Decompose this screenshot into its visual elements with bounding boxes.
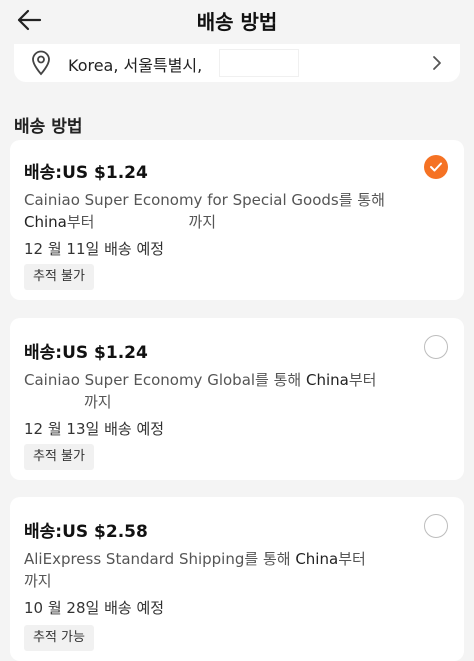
- option-description: AliExpress Standard Shipping를 통해 China부터…: [24, 548, 422, 592]
- desc-line-1: Cainiao Super Economy Global를 통해 China부터: [24, 369, 376, 391]
- delivery-date: 10 월 28일 배송 예정: [24, 599, 165, 617]
- desc-line-1: Cainiao Super Economy for Special Goods를…: [24, 191, 385, 209]
- shipping-address-row[interactable]: Korea, 서울특별시,: [14, 44, 460, 82]
- desc-line-1: AliExpress Standard Shipping를 통해 China부터: [24, 548, 422, 570]
- tracking-badge: 추적 불가: [24, 264, 94, 290]
- delivery-date: 12 월 13일 배송 예정: [24, 420, 165, 438]
- shipping-option[interactable]: 배송:US $1.24 Cainiao Super Economy Global…: [10, 318, 464, 480]
- tracking-badge: 추적 불가: [24, 444, 94, 470]
- address-redacted: [219, 49, 299, 77]
- destination-redacted: [24, 391, 84, 411]
- location-pin-icon: [32, 50, 50, 76]
- destination-redacted: [94, 211, 189, 231]
- origin-suffix: 부터: [338, 550, 366, 568]
- desc-line-2: 까지: [24, 570, 422, 592]
- option-price: 배송:US $2.58: [24, 522, 148, 542]
- section-title: 배송 방법: [14, 117, 83, 137]
- origin-country: China: [24, 213, 67, 231]
- desc-carrier: Cainiao Super Economy Global를 통해: [24, 371, 306, 389]
- desc-line-2: China부터 까지: [24, 211, 385, 233]
- chevron-right-icon: [433, 56, 441, 70]
- dest-suffix: 까지: [84, 393, 112, 411]
- origin-country: China: [295, 550, 339, 568]
- tracking-badge: 추적 가능: [24, 625, 94, 651]
- radio-unselected[interactable]: [424, 335, 448, 359]
- header-bar: 배송 방법: [0, 0, 474, 40]
- option-price: 배송:US $1.24: [24, 343, 148, 363]
- checkmark-icon: [430, 162, 442, 172]
- radio-selected[interactable]: [424, 155, 448, 179]
- delivery-date: 12 월 11일 배송 예정: [24, 240, 165, 258]
- destination-redacted: [365, 548, 422, 568]
- dest-suffix: 까지: [188, 213, 217, 231]
- desc-carrier: AliExpress Standard Shipping를 통해: [24, 550, 296, 568]
- dest-suffix: 까지: [24, 572, 52, 590]
- address-text: Korea, 서울특별시,: [68, 56, 203, 75]
- origin-country: China: [306, 371, 349, 389]
- option-description: Cainiao Super Economy Global를 통해 China부터…: [24, 369, 376, 413]
- shipping-option[interactable]: 배송:US $2.58 AliExpress Standard Shipping…: [10, 497, 464, 661]
- option-price: 배송:US $1.24: [24, 163, 148, 183]
- page-title: 배송 방법: [196, 10, 278, 34]
- desc-line-2: 까지: [24, 391, 376, 413]
- option-description: Cainiao Super Economy for Special Goods를…: [24, 189, 385, 233]
- origin-suffix: 부터: [348, 371, 377, 389]
- radio-unselected[interactable]: [424, 514, 448, 538]
- origin-suffix: 부터: [66, 213, 95, 231]
- shipping-option[interactable]: 배송:US $1.24 Cainiao Super Economy for Sp…: [10, 140, 464, 300]
